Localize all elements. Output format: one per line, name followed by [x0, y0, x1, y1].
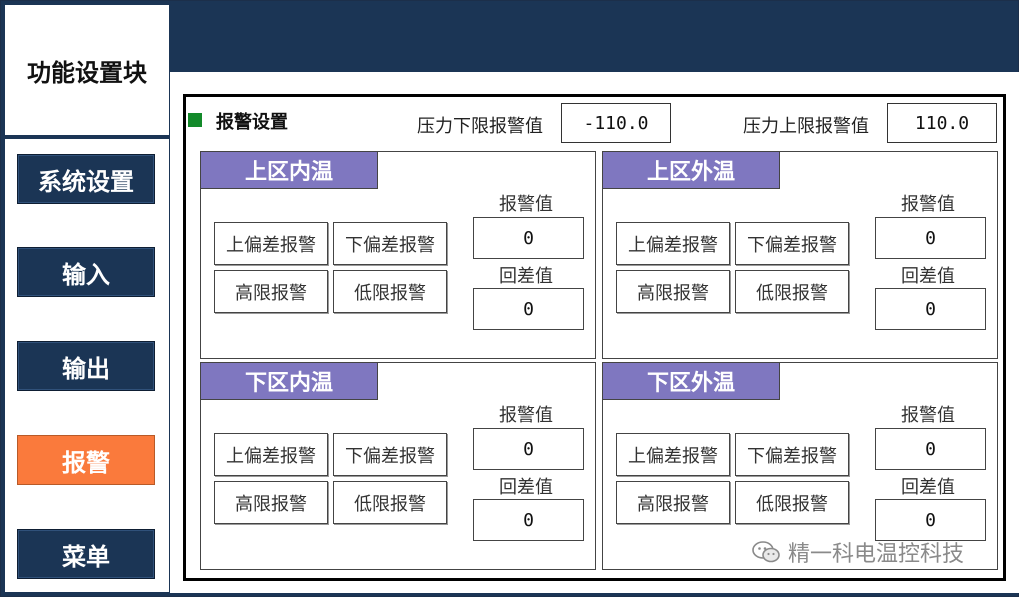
- section-title: 报警设置: [216, 112, 288, 133]
- pressure-low-input[interactable]: -110.0: [561, 103, 671, 143]
- lower-deviation-alarm-button[interactable]: 下偏差报警: [333, 433, 447, 476]
- pressure-high-input[interactable]: 110.0: [887, 103, 997, 143]
- low-limit-alarm-button[interactable]: 低限报警: [333, 270, 447, 313]
- zone-title: 下区内温: [201, 363, 378, 400]
- low-limit-alarm-button[interactable]: 低限报警: [333, 481, 447, 524]
- left-nav: 功能设置块: [4, 4, 170, 593]
- lower-deviation-alarm-button[interactable]: 下偏差报警: [333, 222, 447, 265]
- nav-button-system-settings[interactable]: 系统设置: [17, 154, 155, 204]
- upper-deviation-alarm-button[interactable]: 上偏差报警: [214, 222, 328, 265]
- alarm-value-label: 报警值: [901, 405, 955, 426]
- section-marker-icon: [188, 113, 202, 127]
- high-limit-alarm-button[interactable]: 高限报警: [616, 481, 730, 524]
- nav-button-alarm[interactable]: 报警: [17, 435, 155, 485]
- high-limit-alarm-button[interactable]: 高限报警: [616, 270, 730, 313]
- watermark-text: 精一科电温控科技: [788, 542, 965, 567]
- high-limit-alarm-button[interactable]: 高限报警: [214, 481, 328, 524]
- lower-deviation-alarm-button[interactable]: 下偏差报警: [735, 222, 849, 265]
- zone-lower-inner: 下区内温 上偏差报警 下偏差报警 高限报警 低限报警 报警值 0 回差值 0: [200, 362, 596, 570]
- upper-deviation-alarm-button[interactable]: 上偏差报警: [616, 433, 730, 476]
- hysteresis-value-input[interactable]: 0: [473, 499, 584, 541]
- wechat-icon: [752, 541, 780, 563]
- alarm-value-label: 报警值: [499, 405, 553, 426]
- hysteresis-value-label: 回差值: [901, 477, 955, 498]
- function-block-title: 功能设置块: [5, 5, 169, 139]
- hysteresis-value-label: 回差值: [499, 266, 553, 287]
- nav-button-menu[interactable]: 菜单: [17, 529, 155, 579]
- nav-button-input[interactable]: 输入: [17, 247, 155, 297]
- zone-upper-inner: 上区内温 上偏差报警 下偏差报警 高限报警 低限报警 报警值 0 回差值 0: [200, 151, 596, 359]
- alarm-value-label: 报警值: [499, 194, 553, 215]
- zone-title: 下区外温: [603, 363, 780, 400]
- low-limit-alarm-button[interactable]: 低限报警: [735, 270, 849, 313]
- lower-deviation-alarm-button[interactable]: 下偏差报警: [735, 433, 849, 476]
- low-limit-alarm-button[interactable]: 低限报警: [735, 481, 849, 524]
- zone-title: 上区外温: [603, 152, 780, 189]
- hysteresis-value-input[interactable]: 0: [875, 288, 986, 330]
- alarm-value-input[interactable]: 0: [473, 217, 584, 259]
- alarm-value-input[interactable]: 0: [875, 428, 986, 470]
- pressure-low-label: 压力下限报警值: [417, 116, 543, 137]
- alarm-value-input[interactable]: 0: [473, 428, 584, 470]
- zone-upper-outer: 上区外温 上偏差报警 下偏差报警 高限报警 低限报警 报警值 0 回差值 0: [602, 151, 998, 359]
- watermark: 精一科电温控科技: [752, 536, 964, 568]
- hysteresis-value-label: 回差值: [901, 266, 955, 287]
- hysteresis-value-input[interactable]: 0: [875, 499, 986, 541]
- upper-deviation-alarm-button[interactable]: 上偏差报警: [214, 433, 328, 476]
- alarm-value-label: 报警值: [901, 194, 955, 215]
- nav-button-output[interactable]: 输出: [17, 341, 155, 391]
- zone-title: 上区内温: [201, 152, 378, 189]
- high-limit-alarm-button[interactable]: 高限报警: [214, 270, 328, 313]
- pressure-high-label: 压力上限报警值: [743, 116, 869, 137]
- hysteresis-value-label: 回差值: [499, 477, 553, 498]
- alarm-value-input[interactable]: 0: [875, 217, 986, 259]
- hysteresis-value-input[interactable]: 0: [473, 288, 584, 330]
- upper-deviation-alarm-button[interactable]: 上偏差报警: [616, 222, 730, 265]
